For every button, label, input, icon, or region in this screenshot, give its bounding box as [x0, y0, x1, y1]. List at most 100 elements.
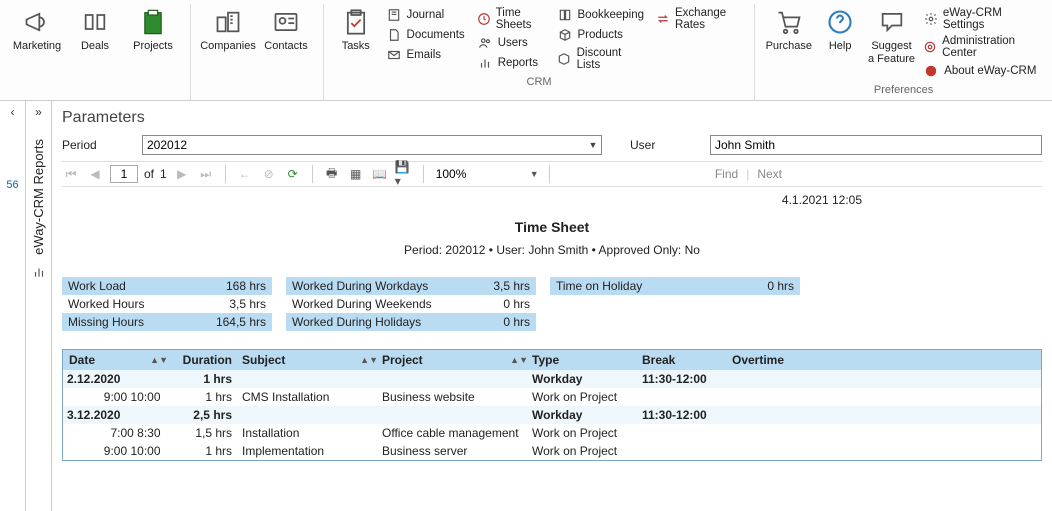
buildings-icon	[212, 6, 244, 38]
marketing-button[interactable]: Marketing	[8, 4, 66, 55]
companies-button[interactable]: Companies	[199, 4, 257, 55]
sort-icon[interactable]: ▲▼	[360, 355, 378, 365]
find-next-button[interactable]: Next	[757, 167, 782, 181]
report-body: 4.1.2021 12:05 Time Sheet Period: 202012…	[62, 187, 1042, 467]
table-group-row: 3.12.20202,5 hrsWorkday11:30-12:00	[63, 406, 1041, 424]
left-rail: ‹ 56	[0, 101, 26, 511]
of-label: of	[144, 167, 154, 181]
bookkeeping-button[interactable]: Bookkeeping	[555, 6, 647, 24]
users-button[interactable]: Users	[475, 34, 547, 52]
eway-settings-button[interactable]: eWay-CRM Settings	[921, 6, 1040, 32]
last-page-button[interactable]: ⏭	[197, 165, 215, 183]
user-label: User	[630, 138, 700, 152]
ribbon-group-crm: Tasks Journal Documents Emails Time Shee…	[324, 4, 755, 100]
report-subtitle: Period: 202012 • User: John Smith • Appr…	[62, 243, 1042, 257]
book-icon	[557, 7, 573, 23]
period-select[interactable]: ▼	[142, 135, 602, 155]
print-button[interactable]: 🖶	[323, 165, 341, 183]
about-icon	[923, 63, 939, 79]
summary-row: Time on Holiday0 hrs	[550, 277, 800, 295]
clock-icon	[477, 11, 491, 27]
barchart-icon	[32, 265, 46, 279]
exchangerates-button[interactable]: Exchange Rates	[654, 6, 742, 32]
find-button[interactable]: Find	[715, 167, 738, 181]
summary-panel: Work Load168 hrsWorked Hours3,5 hrsMissi…	[62, 277, 1042, 331]
box-icon	[557, 27, 573, 43]
tasks-button[interactable]: Tasks	[332, 4, 380, 55]
report-toolbar: ⏮ ◀ of 1 ▶ ⏭ ← ⊘ ⟳ 🖶 ▦ 📖 💾▾ ▼ Find | Nex…	[62, 161, 1042, 187]
sort-icon[interactable]: ▲▼	[510, 355, 528, 365]
refresh-button[interactable]: ⟳	[284, 165, 302, 183]
period-label: Period	[62, 138, 132, 152]
zoom-select[interactable]	[434, 166, 524, 182]
period-input[interactable]	[143, 138, 585, 152]
chevron-left-icon[interactable]: ‹	[11, 105, 15, 119]
summary-row: Worked During Holidays0 hrs	[286, 313, 536, 331]
products-button[interactable]: Products	[555, 26, 647, 44]
export-button[interactable]: 💾▾	[395, 165, 413, 183]
next-page-button[interactable]: ▶	[173, 165, 191, 183]
report-timestamp: 4.1.2021 12:05	[62, 193, 1042, 207]
ribbon-group-contacts: Companies Contacts	[191, 4, 324, 100]
about-button[interactable]: About eWay-CRM	[921, 62, 1040, 80]
table-row: 9:00 10:001 hrsImplementationBusiness se…	[63, 442, 1041, 460]
purchase-button[interactable]: Purchase	[763, 4, 814, 55]
stop-button[interactable]: ⊘	[260, 165, 278, 183]
ribbon: Marketing Deals Projects Companies Conta…	[0, 0, 1052, 101]
contacts-button[interactable]: Contacts	[257, 4, 315, 55]
discount-icon	[557, 51, 572, 67]
user-input[interactable]	[710, 135, 1042, 155]
reports-button[interactable]: Reports	[475, 54, 547, 72]
help-icon	[824, 6, 856, 38]
page-input[interactable]	[110, 165, 138, 183]
summary-row: Worked During Workdays3,5 hrs	[286, 277, 536, 295]
back-button[interactable]: ←	[236, 165, 254, 183]
summary-row: Work Load168 hrs	[62, 277, 272, 295]
table-group-row: 2.12.20201 hrsWorkday11:30-12:00	[63, 370, 1041, 388]
journal-icon	[386, 7, 402, 23]
summary-row: Worked Hours3,5 hrs	[62, 295, 272, 313]
table-row: 9:00 10:001 hrsCMS InstallationBusiness …	[63, 388, 1041, 406]
content-pane: Parameters Period ▼ User ⏮ ◀ of 1 ▶ ⏭ ← …	[52, 101, 1052, 511]
projects-icon	[137, 6, 169, 38]
first-page-button[interactable]: ⏮	[62, 165, 80, 183]
ribbon-group-prefs: Purchase Help Suggest a Feature eWay-CRM…	[755, 4, 1052, 100]
envelope-icon	[386, 47, 402, 63]
exchange-icon	[656, 11, 670, 27]
users-icon	[477, 35, 493, 51]
projects-button[interactable]: Projects	[124, 4, 182, 55]
summary-row: Worked During Weekends0 hrs	[286, 295, 536, 313]
table-header: Date▲▼ Duration Subject▲▼ Project▲▼ Type…	[63, 350, 1041, 370]
side-tab-label: eWay-CRM Reports	[31, 139, 46, 255]
contact-card-icon	[270, 6, 302, 38]
sort-icon[interactable]: ▲▼	[150, 355, 168, 365]
deals-icon	[79, 6, 111, 38]
timesheets-button[interactable]: Time Sheets	[475, 6, 547, 32]
deals-button[interactable]: Deals	[66, 4, 124, 55]
emails-button[interactable]: Emails	[384, 46, 467, 64]
admin-icon	[923, 39, 937, 55]
page-setup-button[interactable]: 📖	[371, 165, 389, 183]
report-title: Time Sheet	[62, 219, 1042, 235]
suggest-button[interactable]: Suggest a Feature	[866, 4, 917, 68]
entries-table: Date▲▼ Duration Subject▲▼ Project▲▼ Type…	[62, 349, 1042, 461]
layout-button[interactable]: ▦	[347, 165, 365, 183]
summary-row: Missing Hours164,5 hrs	[62, 313, 272, 331]
gear-icon	[923, 11, 938, 27]
side-tab[interactable]: » eWay-CRM Reports	[26, 101, 52, 511]
journal-button[interactable]: Journal	[384, 6, 467, 24]
cart-icon	[773, 6, 805, 38]
admin-center-button[interactable]: Administration Center	[921, 34, 1040, 60]
barchart-icon	[477, 55, 493, 71]
speech-icon	[876, 6, 908, 38]
prefs-group-label: Preferences	[874, 84, 933, 96]
discountlists-button[interactable]: Discount Lists	[555, 46, 647, 72]
page-total: 1	[160, 167, 167, 181]
prev-page-button[interactable]: ◀	[86, 165, 104, 183]
clipboard-check-icon	[340, 6, 372, 38]
documents-button[interactable]: Documents	[384, 26, 467, 44]
chevron-down-icon[interactable]: ▼	[585, 140, 601, 150]
help-button[interactable]: Help	[814, 4, 865, 55]
chevron-right-icon[interactable]: »	[35, 105, 42, 119]
crm-group-label: CRM	[527, 76, 552, 88]
